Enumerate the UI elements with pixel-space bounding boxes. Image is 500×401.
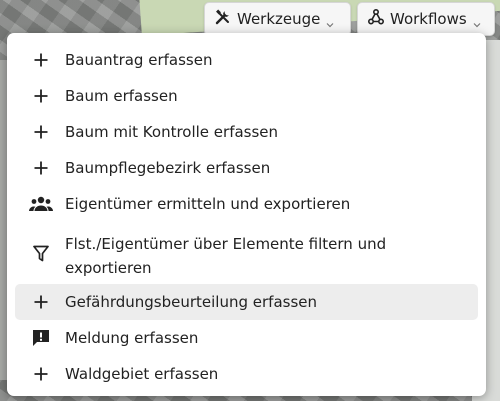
menu-item-eigentuemer-ermitteln[interactable]: Eigentümer ermitteln und exportieren [15, 186, 478, 222]
workflow-icon [367, 8, 385, 29]
plus-icon [29, 292, 53, 312]
menu-item-waldgebiet-erfassen[interactable]: Waldgebiet erfassen [15, 356, 478, 392]
menu-item-label: Gefährdungsbeurteilung erfassen [65, 293, 318, 311]
menu-item-label: Bauantrag erfassen [65, 51, 213, 69]
report-icon [29, 328, 53, 348]
filter-icon [29, 244, 53, 264]
menu-item-gefaehrdungsbeurteilung-erfassen[interactable]: Gefährdungsbeurteilung erfassen [15, 284, 478, 320]
menu-item-label: Baum erfassen [65, 87, 178, 105]
menu-item-baum-erfassen[interactable]: Baum erfassen [15, 78, 478, 114]
werkzeuge-button[interactable]: Werkzeuge [204, 2, 351, 36]
workflows-dropdown-menu: Bauantrag erfassen Baum erfassen Baum mi… [7, 33, 486, 396]
menu-item-bauantrag-erfassen[interactable]: Bauantrag erfassen [15, 42, 478, 78]
chevron-down-icon [326, 15, 334, 28]
menu-item-label: Baum mit Kontrolle erfassen [65, 123, 279, 141]
menu-item-label: Meldung erfassen [65, 329, 199, 347]
plus-icon [29, 86, 53, 106]
menu-item-label: Baumpflegebezirk erfassen [65, 159, 271, 177]
menu-item-flst-eigentuemer-filtern[interactable]: Flst./Eigentümer über Elemente filtern u… [15, 222, 478, 284]
workflows-label: Workflows [390, 10, 467, 28]
tools-icon [215, 9, 231, 29]
menu-item-label: Flst./Eigentümer über Elemente filtern u… [65, 235, 387, 277]
chevron-down-icon [473, 15, 481, 28]
menu-item-label: Eigentümer ermitteln und exportieren [65, 195, 351, 213]
menu-item-meldung-erfassen[interactable]: Meldung erfassen [15, 320, 478, 356]
menu-item-baumpflegebezirk-erfassen[interactable]: Baumpflegebezirk erfassen [15, 150, 478, 186]
workflows-button[interactable]: Workflows [357, 2, 495, 36]
menu-item-label: Waldgebiet erfassen [65, 365, 219, 383]
plus-icon [29, 158, 53, 178]
plus-icon [29, 50, 53, 70]
plus-icon [29, 364, 53, 384]
people-icon [29, 194, 53, 214]
menu-item-baum-mit-kontrolle-erfassen[interactable]: Baum mit Kontrolle erfassen [15, 114, 478, 150]
werkzeuge-label: Werkzeuge [237, 10, 321, 28]
plus-icon [29, 122, 53, 142]
